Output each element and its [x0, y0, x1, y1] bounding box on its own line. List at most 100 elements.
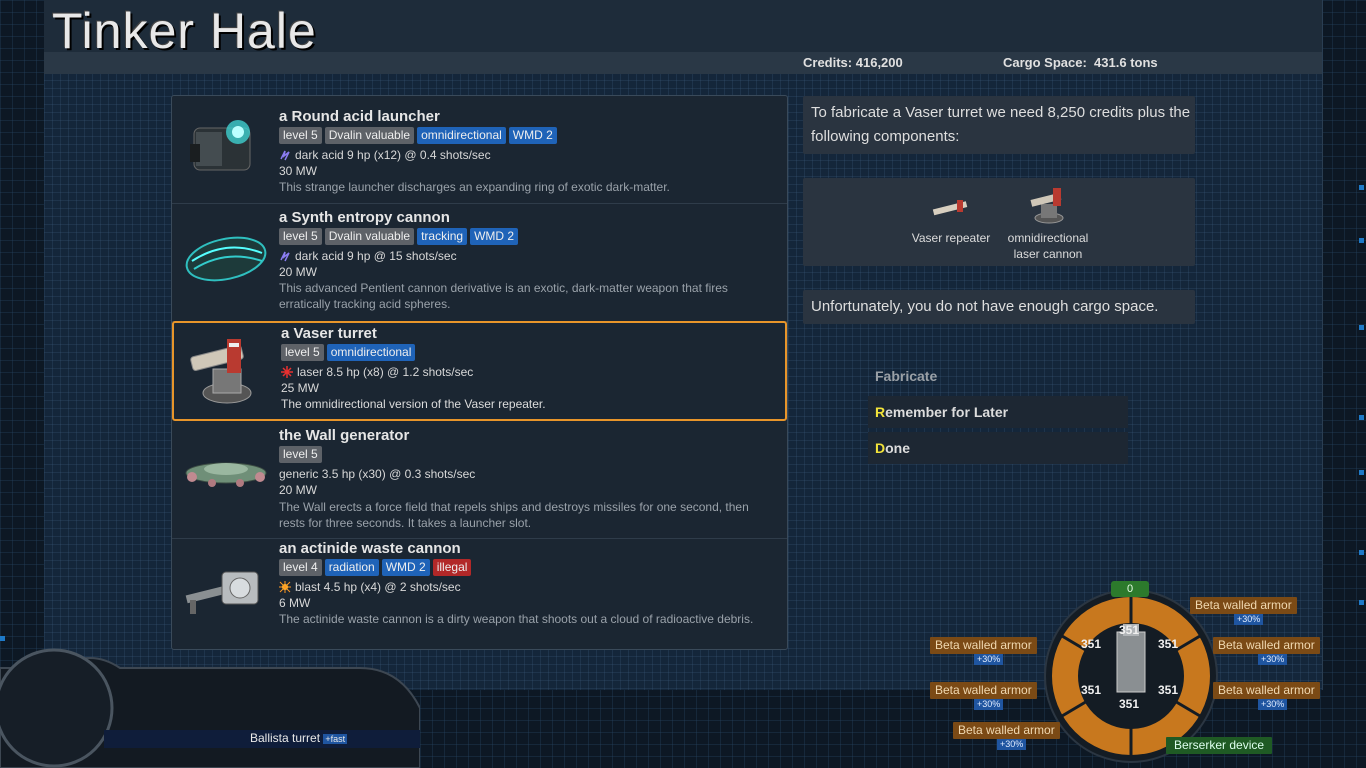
- armor-bonus: +30%: [974, 654, 1004, 665]
- damage-line: generic 3.5 hp (x30) @ 0.3 shots/sec: [279, 467, 476, 481]
- list-item-actinide-waste-cannon[interactable]: an actinide waste cannon level 4 radiati…: [172, 538, 787, 648]
- tag-valuable: Dvalin valuable: [324, 228, 415, 245]
- shield-level: 0: [1111, 581, 1149, 597]
- vaser-turret-thumbnail: [190, 339, 252, 404]
- fabricate-intro-text: To fabricate a Vaser turret we need 8,25…: [811, 104, 1191, 145]
- power-line: 20 MW: [279, 265, 318, 279]
- tag-illegal: illegal: [432, 559, 472, 576]
- damage-text: laser 8.5 hp (x8) @ 1.2 shots/sec: [297, 365, 474, 379]
- weapon-readout: Ballista turret +fast: [250, 731, 348, 745]
- button-label: emember for Later: [885, 404, 1009, 420]
- tag-level: level 5: [279, 228, 322, 245]
- item-name: a Vaser turret: [281, 325, 377, 342]
- tag-tracking: tracking: [417, 228, 468, 245]
- credits-value: 416,200: [855, 55, 903, 70]
- armor-label-lower-left: Beta walled armor: [930, 682, 1037, 699]
- item-name: the Wall generator: [279, 427, 410, 444]
- item-description: The Wall erects a force field that repel…: [279, 500, 749, 530]
- component-label-line1: omnidirectional: [1007, 231, 1089, 245]
- entropy-cannon-thumbnail: [185, 236, 267, 282]
- list-item-wall-generator[interactable]: the Wall generator level 5 generic 3.5 h…: [172, 419, 787, 539]
- fabricate-intro-box: To fabricate a Vaser turret we need 8,25…: [803, 96, 1195, 154]
- armor-label-top-right: Beta walled armor: [1190, 597, 1297, 614]
- cargo-value: 431.6 tons: [1094, 55, 1158, 70]
- blast-icon: [279, 581, 291, 593]
- edge-marker: [1359, 550, 1364, 555]
- item-name: an actinide waste cannon: [279, 540, 461, 557]
- armor-bonus: +30%: [1258, 699, 1288, 710]
- item-tags: level 5: [279, 446, 322, 463]
- omnidirectional-laser-cannon-icon: [1030, 188, 1064, 224]
- edge-marker: [1359, 238, 1364, 243]
- list-item-round-acid-launcher[interactable]: a Round acid launcher level 5 Dvalin val…: [172, 96, 787, 204]
- tag-level: level 4: [279, 559, 322, 576]
- item-description: The actinide waste cannon is a dirty wea…: [279, 612, 754, 626]
- cargo-readout: Cargo Space: 431.6 tons: [1003, 55, 1158, 70]
- armor-label-bottom-left: Beta walled armor: [953, 722, 1060, 739]
- remember-for-later-button[interactable]: Remember for Later: [868, 396, 1128, 428]
- armor-bonus: +30%: [997, 739, 1027, 750]
- tag-wmd: WMD 2: [381, 559, 430, 576]
- tag-level: level 5: [279, 446, 322, 463]
- damage-text: blast 4.5 hp (x4) @ 2 shots/sec: [295, 580, 461, 594]
- damage-line: laser 8.5 hp (x8) @ 1.2 shots/sec: [281, 365, 473, 379]
- weapon-badge: +fast: [323, 734, 348, 744]
- tag-wmd: WMD 2: [470, 228, 519, 245]
- item-list[interactable]: a Round acid launcher level 5 Dvalin val…: [171, 95, 788, 650]
- fabricate-button[interactable]: Fabricate: [868, 360, 1128, 392]
- damage-line: dark acid 9 hp (x12) @ 0.4 shots/sec: [279, 148, 491, 162]
- item-name: a Round acid launcher: [279, 108, 440, 125]
- list-item-synth-entropy-cannon[interactable]: a Synth entropy cannon level 5 Dvalin va…: [172, 203, 787, 322]
- armor-segment-top-right: 351: [1158, 637, 1179, 651]
- edge-marker: [1359, 600, 1364, 605]
- edge-marker: [1359, 470, 1364, 475]
- components-box: Vaser repeater omnidirectional laser can…: [803, 178, 1195, 266]
- warning-box: Unfortunately, you do not have enough ca…: [803, 290, 1195, 324]
- cargo-label: Cargo Space:: [1003, 55, 1087, 70]
- dark-acid-icon: [280, 150, 290, 161]
- vaser-repeater-icon: [932, 200, 968, 216]
- edge-marker: [0, 636, 5, 641]
- item-description: This strange launcher discharges an expa…: [279, 180, 670, 194]
- component-label: Vaser repeater: [911, 231, 991, 245]
- item-tags: level 5 Dvalin valuable omnidirectional …: [279, 127, 557, 144]
- station-title: Tinker Hale: [52, 3, 317, 59]
- power-line: 25 MW: [281, 381, 320, 395]
- power-line: 20 MW: [279, 483, 318, 497]
- cargo-warning-text: Unfortunately, you do not have enough ca…: [811, 298, 1159, 315]
- damage-line: blast 4.5 hp (x4) @ 2 shots/sec: [279, 580, 461, 594]
- component-label-line2: laser cannon: [1013, 247, 1083, 261]
- weapon-name: Ballista turret: [250, 731, 321, 745]
- item-tags: level 5 omnidirectional: [281, 344, 416, 361]
- wall-generator-thumbnail: [185, 462, 267, 487]
- hotkey-letter: D: [875, 440, 886, 456]
- item-tags: level 5 Dvalin valuable tracking WMD 2: [279, 228, 519, 245]
- damage-line: dark acid 9 hp @ 15 shots/sec: [279, 249, 457, 263]
- laser-icon: [281, 366, 293, 378]
- actinide-cannon-thumbnail: [185, 571, 259, 614]
- armor-bonus: +30%: [1258, 654, 1288, 665]
- button-label: one: [885, 440, 911, 456]
- tag-omnidirectional: omnidirectional: [326, 344, 416, 361]
- component-omnidirectional-laser-cannon: omnidirectional laser cannon: [993, 230, 1103, 262]
- item-name: a Synth entropy cannon: [279, 209, 450, 226]
- item-description: The omnidirectional version of the Vaser…: [281, 397, 546, 411]
- item-description: This advanced Pentient cannon derivative…: [279, 281, 728, 311]
- damage-text: dark acid 9 hp (x12) @ 0.4 shots/sec: [295, 148, 491, 162]
- tag-level: level 5: [279, 127, 322, 144]
- credits-readout: Credits: 416,200: [803, 55, 903, 70]
- armor-label-upper-left: Beta walled armor: [930, 637, 1037, 654]
- edge-marker: [1359, 185, 1364, 190]
- done-button[interactable]: Done: [868, 432, 1128, 464]
- edge-marker: [1359, 415, 1364, 420]
- list-item-vaser-turret[interactable]: a Vaser turret level 5 omnidirectional l…: [172, 321, 787, 421]
- tag-wmd: WMD 2: [508, 127, 557, 144]
- acid-launcher-thumbnail: [190, 120, 251, 171]
- weapon-hud: [0, 648, 420, 768]
- component-vaser-repeater: Vaser repeater: [903, 230, 999, 246]
- armor-segment-bottom: 351: [1119, 697, 1140, 711]
- tag-omnidirectional: omnidirectional: [417, 127, 506, 144]
- tag-valuable: Dvalin valuable: [324, 127, 415, 144]
- edge-marker: [1359, 325, 1364, 330]
- armor-bonus: +30%: [974, 699, 1004, 710]
